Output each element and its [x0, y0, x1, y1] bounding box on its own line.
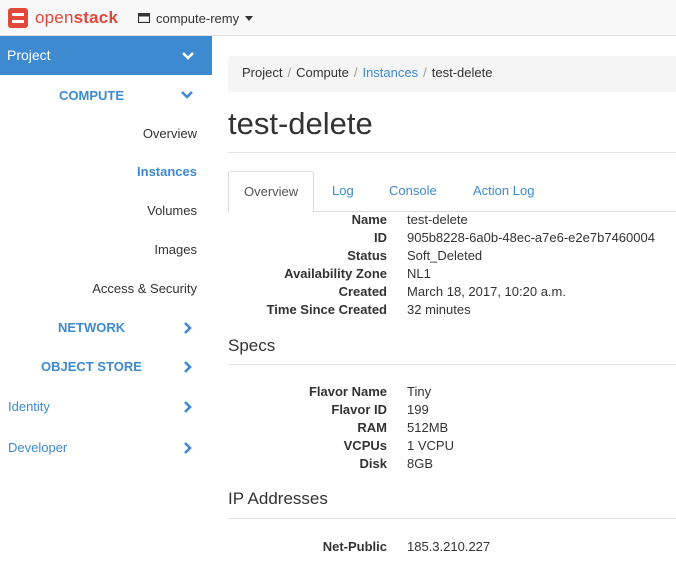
- divider: [228, 364, 676, 365]
- sidebar-panel-developer-label: Developer: [8, 440, 68, 455]
- chevron-right-icon: [184, 322, 192, 334]
- breadcrumb: Project / Compute / Instances / test-delete: [228, 56, 676, 92]
- detail-value: March 18, 2017, 10:20 a.m.: [407, 284, 566, 299]
- tab-log[interactable]: Log: [317, 171, 369, 212]
- breadcrumb-project: Project: [242, 65, 283, 80]
- tab-console[interactable]: Console: [374, 171, 452, 212]
- detail-key: Net-Public: [322, 539, 387, 554]
- sidebar-item-access-security[interactable]: Access & Security: [92, 281, 197, 296]
- detail-value: 905b8228-6a0b-48ec-a7e6-e2e7b7460004: [407, 230, 655, 245]
- detail-row-name: Name test-delete: [212, 212, 676, 230]
- detail-value: 512MB: [407, 420, 449, 435]
- sidebar-panel-identity-label: Identity: [8, 399, 50, 414]
- instance-tabs: Overview Log Console Action Log: [228, 171, 676, 213]
- sidebar-section-object-store[interactable]: OBJECT STORE: [0, 354, 212, 380]
- breadcrumb-separator: /: [287, 65, 292, 80]
- section-title-specs: Specs: [228, 336, 276, 355]
- detail-value: 1 VCPU: [407, 438, 454, 453]
- project-picker-label: compute-remy: [156, 10, 240, 26]
- breadcrumb-instances-link[interactable]: Instances: [362, 65, 418, 80]
- detail-row-flavor-id: Flavor ID 199: [212, 402, 676, 420]
- detail-row-net-public: Net-Public 185.3.210.227: [212, 539, 676, 557]
- openstack-wordmark: openstack: [35, 8, 119, 27]
- detail-row-vcpus: VCPUs 1 VCPU: [212, 438, 676, 456]
- sidebar-section-network-label: NETWORK: [58, 320, 126, 335]
- caret-down-icon: [245, 16, 254, 21]
- tab-overview[interactable]: Overview: [228, 171, 315, 213]
- chevron-right-icon: [184, 442, 192, 454]
- sidebar-panel-project-label: Project: [7, 47, 51, 63]
- detail-key: Disk: [359, 456, 387, 471]
- sidebar: Project COMPUTE Overview Instances Volum…: [0, 36, 212, 574]
- divider: [228, 152, 676, 153]
- detail-row-availability-zone: Availability Zone NL1: [212, 266, 676, 284]
- detail-row-disk: Disk 8GB: [212, 456, 676, 474]
- chevron-down-icon: [182, 52, 194, 60]
- divider: [228, 518, 676, 519]
- detail-key: Created: [338, 284, 387, 299]
- detail-row-created: Created March 18, 2017, 10:20 a.m.: [212, 284, 676, 302]
- detail-row-time-since-created: Time Since Created 32 minutes: [212, 302, 676, 320]
- sidebar-panel-developer[interactable]: Developer: [0, 435, 212, 461]
- server-icon: [138, 13, 150, 23]
- detail-key: Name: [351, 212, 387, 227]
- sidebar-panel-project[interactable]: Project: [0, 36, 212, 75]
- detail-value: NL1: [407, 266, 431, 281]
- sidebar-section-object-store-label: OBJECT STORE: [41, 359, 142, 374]
- breadcrumb-separator: /: [423, 65, 427, 80]
- sidebar-item-images[interactable]: Images: [154, 242, 197, 257]
- chevron-right-icon: [184, 401, 192, 413]
- detail-key: Flavor Name: [308, 384, 387, 399]
- detail-value: 32 minutes: [407, 302, 471, 317]
- detail-row-id: ID 905b8228-6a0b-48ec-a7e6-e2e7b7460004: [212, 230, 676, 248]
- detail-row-status: Status Soft_Deleted: [212, 248, 676, 266]
- sidebar-item-instances[interactable]: Instances: [137, 164, 197, 179]
- page-title: test-delete: [228, 106, 373, 141]
- detail-key: Status: [347, 248, 387, 263]
- detail-value: 199: [407, 402, 429, 417]
- detail-value: Soft_Deleted: [407, 248, 483, 263]
- detail-row-flavor-name: Flavor Name Tiny: [212, 384, 676, 402]
- sidebar-section-compute[interactable]: COMPUTE: [0, 82, 212, 108]
- tab-action-log[interactable]: Action Log: [458, 171, 549, 212]
- openstack-logo-icon: [8, 8, 28, 28]
- detail-value: Tiny: [407, 384, 432, 399]
- breadcrumb-current: test-delete: [431, 65, 493, 80]
- detail-value: 185.3.210.227: [407, 539, 491, 554]
- detail-value: 8GB: [407, 456, 434, 471]
- detail-key: VCPUs: [343, 438, 387, 453]
- sidebar-panel-identity[interactable]: Identity: [0, 394, 212, 420]
- breadcrumb-separator: /: [353, 65, 358, 80]
- detail-key: Flavor ID: [331, 402, 387, 417]
- main-content: Project / Compute / Instances / test-delete te…: [212, 36, 676, 574]
- detail-key: ID: [374, 230, 387, 245]
- sidebar-section-network[interactable]: NETWORK: [0, 315, 212, 341]
- section-title-ip-addresses: IP Addresses: [228, 489, 328, 508]
- detail-row-ram: RAM 512MB: [212, 420, 676, 438]
- top-navbar: openstack compute-remy: [0, 0, 676, 36]
- openstack-logo[interactable]: openstack: [7, 6, 118, 30]
- detail-key: RAM: [357, 420, 387, 435]
- breadcrumb-compute: Compute: [296, 65, 349, 80]
- sidebar-item-volumes[interactable]: Volumes: [147, 203, 197, 218]
- sidebar-item-overview[interactable]: Overview: [143, 126, 197, 141]
- detail-key: Availability Zone: [284, 266, 387, 281]
- project-picker-dropdown[interactable]: compute-remy: [138, 9, 254, 27]
- chevron-down-icon: [181, 91, 193, 99]
- sidebar-section-compute-label: COMPUTE: [59, 88, 124, 103]
- chevron-right-icon: [184, 361, 192, 373]
- detail-value: test-delete: [407, 212, 468, 227]
- detail-key: Time Since Created: [266, 302, 387, 317]
